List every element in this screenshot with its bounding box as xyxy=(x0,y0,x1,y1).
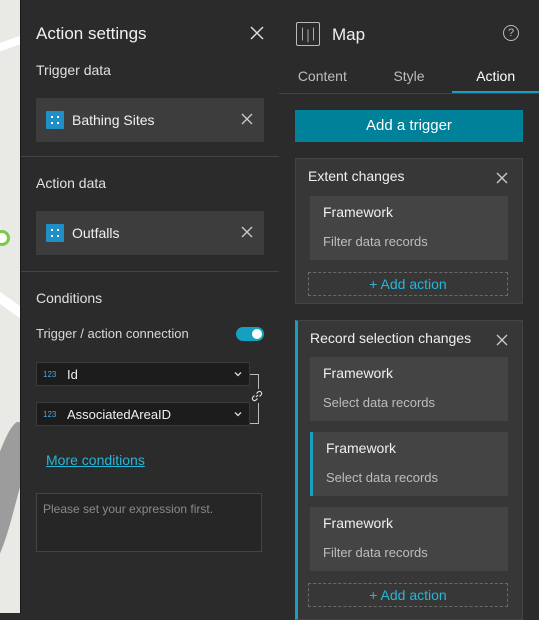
action-item-title: Framework xyxy=(323,515,394,531)
action-item-title: Framework xyxy=(323,365,394,381)
trigger-field-name: Id xyxy=(67,366,78,382)
layer-icon xyxy=(46,224,64,242)
settings-tabs: Content Style Action xyxy=(279,60,539,94)
action-item[interactable]: Framework Filter data records xyxy=(310,507,508,571)
chevron-down-icon xyxy=(234,372,242,377)
connection-label: Trigger / action connection xyxy=(36,326,189,341)
trigger-title: Extent changes xyxy=(308,168,405,184)
action-item-title: Framework xyxy=(326,440,397,456)
map-widget-panel: Map ? Content Style Action Add a trigger… xyxy=(279,0,539,620)
expression-box[interactable]: Please set your expression first. xyxy=(36,493,262,552)
action-item-selected[interactable]: Framework Select data records xyxy=(310,432,508,496)
trigger-title: Record selection changes xyxy=(310,330,472,346)
trigger-card-extent-changes[interactable]: Extent changes Framework Filter data rec… xyxy=(295,158,523,304)
action-settings-panel: Action settings Trigger data Bathing Sit… xyxy=(20,0,280,613)
action-data-section: Action data Outfalls xyxy=(21,157,279,272)
action-source-name: Outfalls xyxy=(72,225,120,241)
number-type-icon: 123 xyxy=(43,369,57,379)
map-panel-header: Map ? xyxy=(279,0,539,60)
action-data-label: Action data xyxy=(36,175,107,191)
help-icon[interactable]: ? xyxy=(503,25,519,41)
layer-icon xyxy=(46,111,64,129)
action-item[interactable]: Framework Filter data records xyxy=(310,196,508,260)
trigger-data-label: Trigger data xyxy=(36,62,111,78)
close-icon[interactable] xyxy=(249,25,265,41)
add-action-button[interactable]: + Add action xyxy=(308,583,508,607)
connection-toggle[interactable] xyxy=(236,326,264,341)
map-icon xyxy=(296,22,320,46)
action-item-title: Framework xyxy=(323,204,394,220)
connection-row: Trigger / action connection xyxy=(21,326,279,341)
trigger-field-select[interactable]: 123 Id xyxy=(36,362,250,386)
tab-action[interactable]: Action xyxy=(452,60,539,93)
link-icon[interactable] xyxy=(250,389,264,403)
tab-style[interactable]: Style xyxy=(366,60,453,93)
action-settings-header: Action settings xyxy=(21,0,279,62)
tab-content[interactable]: Content xyxy=(279,60,366,93)
trigger-source-name: Bathing Sites xyxy=(72,112,155,128)
number-type-icon: 123 xyxy=(43,409,57,419)
action-settings-title: Action settings xyxy=(36,24,147,43)
action-source-chip[interactable]: Outfalls xyxy=(36,211,264,255)
close-icon[interactable] xyxy=(495,171,509,185)
map-panel-title: Map xyxy=(332,25,366,44)
map-canvas-strip[interactable] xyxy=(0,0,20,613)
map-point-marker[interactable] xyxy=(0,230,10,246)
action-item-desc: Select data records xyxy=(323,395,436,410)
action-item[interactable]: Framework Select data records xyxy=(310,357,508,421)
close-icon[interactable] xyxy=(495,333,509,347)
remove-icon[interactable] xyxy=(240,112,254,126)
action-item-desc: Filter data records xyxy=(323,234,428,249)
trigger-data-section: Trigger data Bathing Sites xyxy=(21,60,279,157)
add-action-button[interactable]: + Add action xyxy=(308,272,508,296)
map-river xyxy=(0,418,20,582)
add-trigger-button[interactable]: Add a trigger xyxy=(295,110,523,142)
chevron-down-icon xyxy=(234,412,242,417)
more-conditions-link[interactable]: More conditions xyxy=(46,452,145,468)
action-field-select[interactable]: 123 AssociatedAreaID xyxy=(36,402,250,426)
action-item-desc: Filter data records xyxy=(323,545,428,560)
action-item-desc: Select data records xyxy=(326,470,439,485)
remove-icon[interactable] xyxy=(240,225,254,239)
trigger-card-record-selection[interactable]: Record selection changes Framework Selec… xyxy=(295,320,523,620)
action-field-name: AssociatedAreaID xyxy=(67,406,172,422)
map-road xyxy=(0,289,20,321)
map-road xyxy=(0,35,20,53)
conditions-label: Conditions xyxy=(36,290,103,306)
trigger-source-chip[interactable]: Bathing Sites xyxy=(36,98,264,142)
